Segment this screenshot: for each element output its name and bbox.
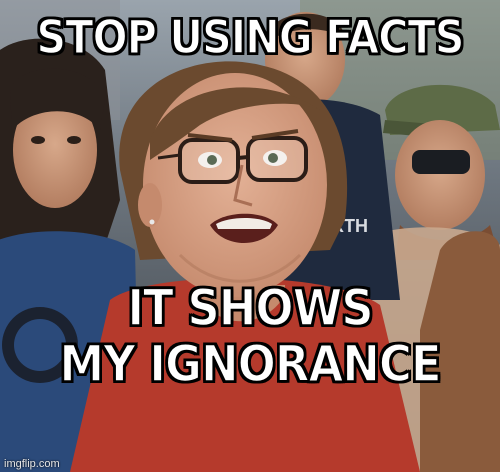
meme-image: DRTH STOP USING FACTS IT SHOWS MY IGNORA… bbox=[0, 0, 500, 472]
bottom-caption: IT SHOWS MY IGNORANCE bbox=[0, 279, 500, 393]
photo-crowd-scene: DRTH bbox=[0, 0, 500, 472]
imgflip-watermark: imgflip.com bbox=[4, 458, 60, 470]
bottom-caption-line-1: IT SHOWS bbox=[127, 279, 375, 337]
top-caption: STOP USING FACTS bbox=[36, 10, 466, 64]
bottom-caption-line-2: MY IGNORANCE bbox=[59, 335, 443, 393]
